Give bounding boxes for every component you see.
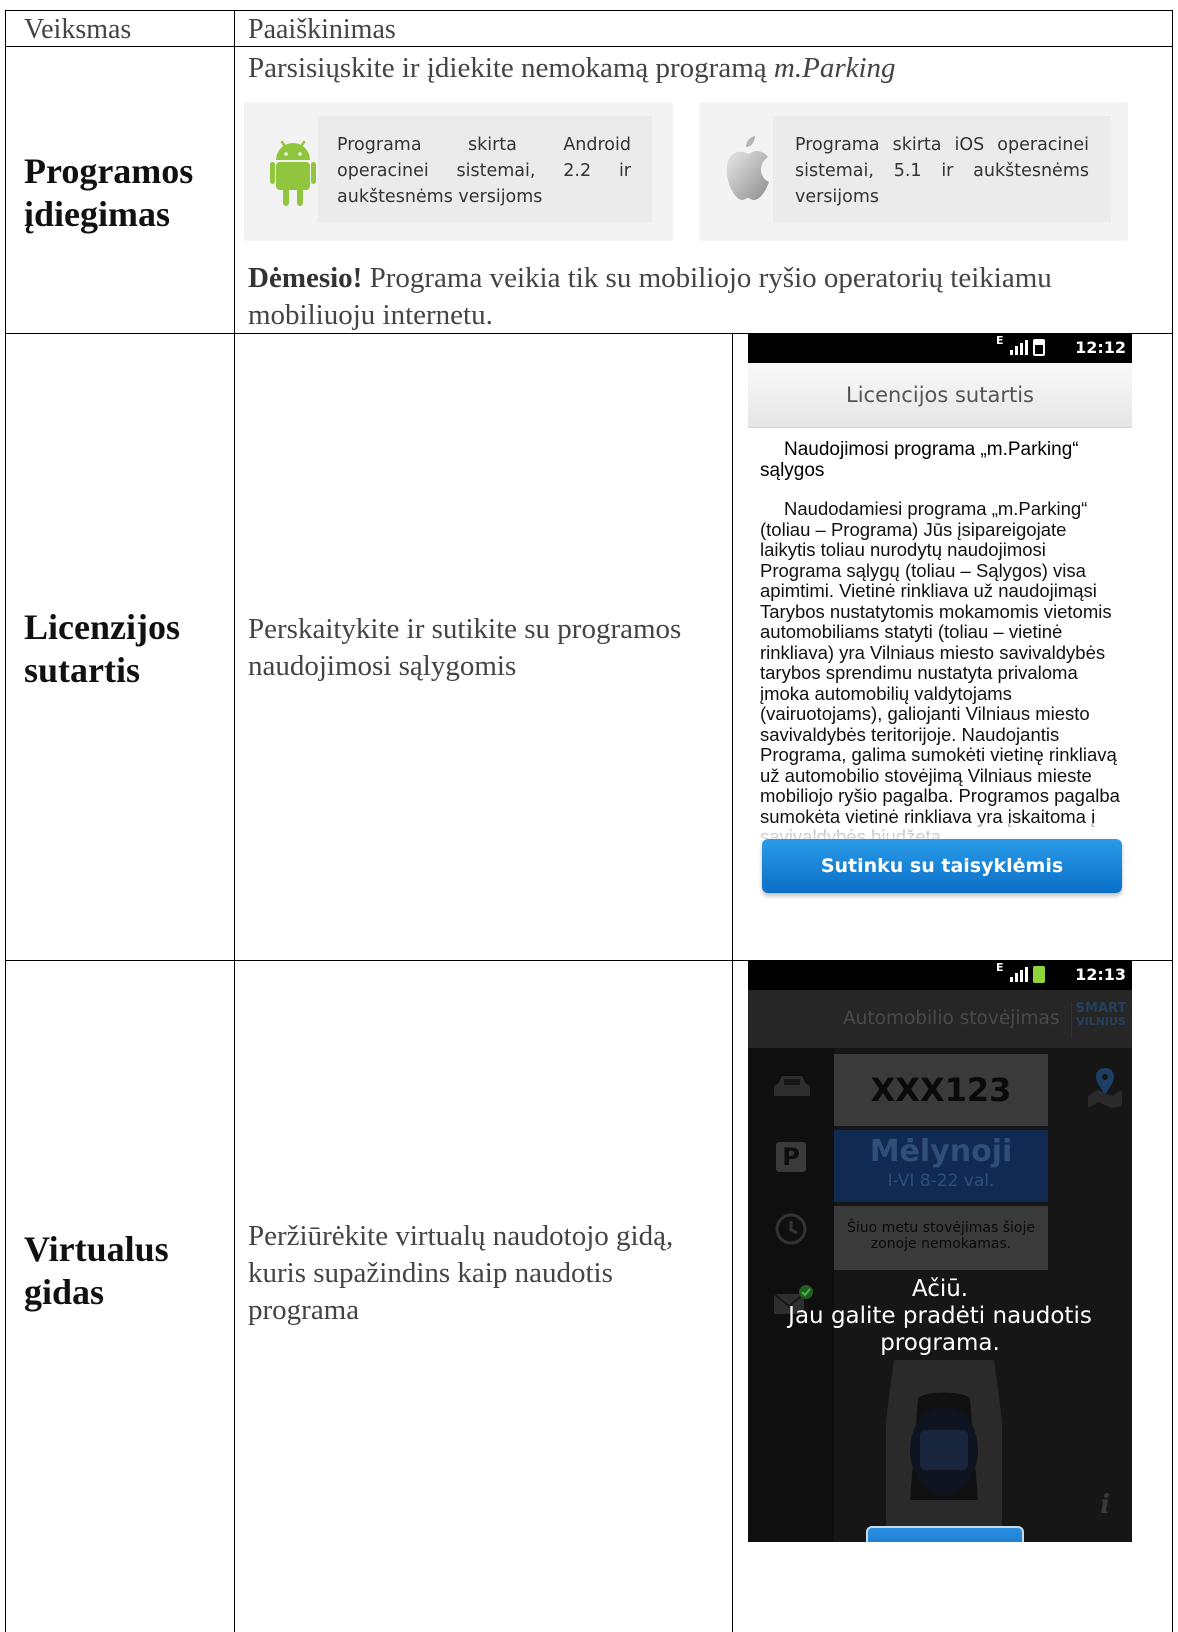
car-icon	[774, 1076, 810, 1096]
install-note-bold: Dėmesio!	[248, 262, 363, 294]
ios-card-text: Programa skirta iOS operacinei sistemai,…	[795, 135, 1089, 207]
guide-top-bar: Automobilio stovėjimas SMART VILNIUS	[748, 990, 1132, 1048]
smart-vilnius-logo: SMART VILNIUS	[1071, 1002, 1130, 1038]
license-text-scroll[interactable]: Naudojimosi programa „m.Parking“ sąlygos…	[760, 439, 1120, 849]
battery-icon	[1033, 339, 1045, 356]
chevron-right-icon: ›	[992, 1528, 1004, 1542]
parking-meter-image	[886, 1360, 1002, 1542]
parking-icon: P	[776, 1142, 806, 1172]
action-guide: Virtualus gidas	[24, 1229, 169, 1312]
status-time: 12:13	[1075, 965, 1126, 984]
android-icon	[270, 140, 316, 206]
action-install: Programos įdiegimas	[24, 151, 194, 234]
table-border-left	[5, 10, 6, 1632]
table-image-column-divider	[732, 333, 733, 1632]
table-column-divider	[234, 10, 235, 1632]
zone-name: Mėlynoji	[869, 1134, 1013, 1169]
license-title: Licencijos sutartis	[748, 363, 1132, 428]
parking-zone: Mėlynoji I-VI 8-22 val.	[834, 1130, 1048, 1202]
map-marker-icon	[1088, 1068, 1122, 1108]
guide-screen: E 12:13 Automobilio stovėjimas SMART VIL…	[748, 960, 1132, 1542]
install-note-text: Programa veikia tik su mobiliojo ryšio o…	[248, 262, 1052, 331]
install-intro-text: Parsisiųskite ir įdiekite nemokamą progr…	[248, 52, 767, 84]
license-body: Naudodamiesi programa „m.Parking“ (tolia…	[760, 498, 1120, 846]
guide-message: Ačiū. Jau galite pradėti naudotis progra…	[748, 1276, 1132, 1357]
license-plate: XXX123	[834, 1054, 1048, 1126]
logo-top: SMART	[1075, 1001, 1127, 1016]
signal-icon	[1010, 340, 1028, 355]
android-card[interactable]: Programa skirta Android operacinei siste…	[244, 102, 673, 241]
install-intro: Parsisiųskite ir įdiekite nemokamą progr…	[248, 50, 1148, 87]
status-bar: E 12:13	[748, 960, 1132, 990]
guide-message-text: Jau galite pradėti naudotis programa.	[788, 1303, 1092, 1356]
instruction-table: Veiksmas Paaiškinimas Programos įdiegima…	[0, 0, 1178, 1632]
install-note: Dėmesio! Programa veikia tik su mobilioj…	[248, 260, 1148, 334]
install-app-name: m.Parking	[773, 52, 896, 84]
clock-icon	[775, 1213, 807, 1245]
license-heading: Naudojimosi programa „m.Parking“ sąlygos	[760, 439, 1079, 481]
info-icon[interactable]: i	[1100, 1490, 1110, 1520]
zone-info: Šiuo metu stovėjimas šioje zonoje nemoka…	[834, 1206, 1048, 1270]
apple-icon	[726, 136, 769, 200]
zone-hours: I-VI 8-22 val.	[887, 1171, 995, 1191]
battery-charging-icon	[1033, 966, 1045, 983]
status-bar: E 12:12	[748, 333, 1132, 363]
guide-title: Automobilio stovėjimas	[843, 1008, 1060, 1029]
next-button-label: Toliau	[900, 1528, 963, 1542]
accept-terms-button[interactable]: Sutinku su taisyklėmis	[762, 839, 1122, 893]
signal-icon	[1010, 967, 1028, 982]
zone-info-text: Šiuo metu stovėjimas šioje zonoje nemoka…	[847, 1220, 1035, 1252]
header-action: Veiksmas	[24, 14, 132, 45]
action-license: Licenzijos sutartis	[24, 607, 180, 690]
status-time: 12:12	[1075, 338, 1126, 357]
license-screen: E 12:12 Licencijos sutartis Naudojimosi …	[748, 333, 1132, 905]
next-button[interactable]: Toliau ›	[866, 1526, 1024, 1542]
network-type-icon: E	[996, 961, 1004, 974]
network-type-icon: E	[996, 334, 1004, 347]
license-explanation: Perskaitykite ir sutikite su programos n…	[248, 613, 682, 682]
guide-thanks: Ačiū.	[911, 1276, 969, 1302]
header-explanation: Paaiškinimas	[248, 14, 396, 45]
android-card-text: Programa skirta Android operacinei siste…	[337, 135, 631, 207]
table-header-divider	[5, 46, 1173, 47]
guide-explanation: Peržiūrėkite virtualų naudotojo gidą, ku…	[248, 1220, 674, 1326]
logo-bottom: VILNIUS	[1076, 1015, 1126, 1028]
table-border-right	[1172, 10, 1173, 1632]
ios-card[interactable]: Programa skirta iOS operacinei sistemai,…	[699, 102, 1128, 241]
table-border-top	[5, 10, 1173, 11]
